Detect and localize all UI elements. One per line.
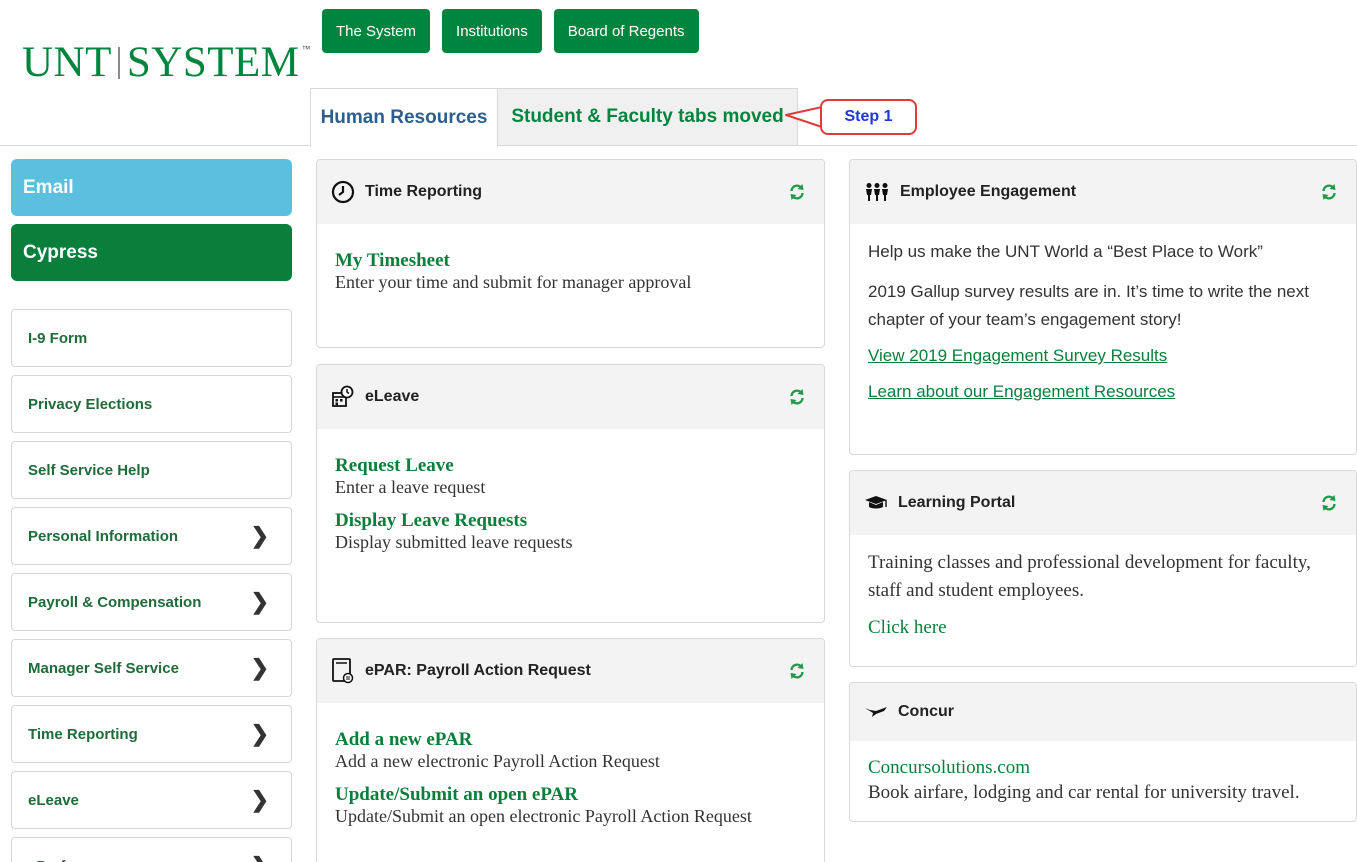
refresh-icon[interactable] (1320, 183, 1338, 201)
request-leave-link[interactable]: Request Leave (335, 455, 806, 477)
sidebar-item-label: Time Reporting (28, 725, 138, 743)
sidebar-item-eperformance[interactable]: ePerformance ❯ (11, 837, 292, 862)
document-icon (332, 658, 354, 684)
add-new-epar-link[interactable]: Add a new ePAR (335, 729, 806, 751)
panel-body: Training classes and professional develo… (850, 535, 1356, 657)
sidebar-item-label: Payroll & Compensation (28, 593, 202, 611)
sidebar-item-label: I-9 Form (28, 329, 88, 347)
sidebar-item-manager-self-service[interactable]: Manager Self Service ❯ (11, 639, 292, 697)
callout-arrow-icon (785, 106, 824, 128)
tab-human-resources[interactable]: Human Resources (310, 88, 498, 147)
sidebar-item-personal-information[interactable]: Personal Information ❯ (11, 507, 292, 565)
header-divider (0, 145, 310, 146)
eleave-panel: eLeave Request Leave Enter a leave reque… (316, 364, 825, 623)
panel-header: Concur (850, 683, 1356, 741)
sidebar-item-label: Privacy Elections (28, 395, 153, 413)
panel-header: Learning Portal (850, 471, 1356, 535)
logo-system: SYSTEM (126, 39, 300, 86)
panel-body: Request Leave Enter a leave request Disp… (317, 429, 824, 583)
concursolutions-link[interactable]: Concursolutions.com (868, 757, 1338, 779)
click-here-link[interactable]: Click here (868, 617, 1338, 639)
display-leave-requests-description: Display submitted leave requests (335, 532, 573, 552)
chevron-right-icon: ❯ (250, 787, 269, 812)
people-icon (866, 183, 888, 201)
concur-description: Book airfare, lodging and car rental for… (868, 782, 1300, 803)
airplane-icon (865, 707, 887, 717)
sidebar-item-label: Personal Information (28, 527, 179, 545)
panel-header: eLeave (317, 365, 824, 429)
chevron-right-icon: ❯ (250, 589, 269, 614)
logo-separator (117, 46, 120, 79)
sidebar-item-self-service-help[interactable]: Self Service Help (11, 441, 292, 499)
sidebar-item-payroll-compensation[interactable]: Payroll & Compensation ❯ (11, 573, 292, 631)
chevron-right-icon: ❯ (250, 721, 269, 746)
update-submit-epar-description: Update/Submit an open electronic Payroll… (335, 806, 752, 826)
panel-header: ePAR: Payroll Action Request (317, 639, 824, 703)
refresh-icon[interactable] (1320, 494, 1338, 512)
panel-header: Time Reporting (317, 160, 824, 224)
sidebar-item-label: eLeave (28, 791, 79, 809)
sidebar-item-i9-form[interactable]: I-9 Form (11, 309, 292, 367)
add-new-epar-description: Add a new electronic Payroll Action Requ… (335, 751, 660, 771)
tab-student-faculty[interactable]: Student & Faculty tabs moved (498, 88, 798, 146)
panel-title: Employee Engagement (900, 183, 1077, 200)
sidebar-list: I-9 Form Privacy Elections Self Service … (11, 309, 292, 862)
institutions-button[interactable]: Institutions (442, 9, 542, 53)
concur-panel: Concur Concursolutions.com Book airfare,… (849, 682, 1357, 822)
panel-body: Help us make the UNT World a “Best Place… (850, 224, 1356, 420)
view-survey-results-link[interactable]: View 2019 Engagement Survey Results (868, 346, 1338, 366)
top-navigation: The System Institutions Board of Regents (322, 9, 699, 53)
calendar-clock-icon (332, 385, 354, 407)
sidebar-item-privacy-elections[interactable]: Privacy Elections (11, 375, 292, 433)
email-button[interactable]: Email (11, 159, 292, 216)
chevron-right-icon: ❯ (250, 655, 269, 680)
sidebar-item-label: Manager Self Service (28, 659, 179, 677)
chevron-right-icon: ❯ (250, 523, 269, 548)
graduation-cap-icon (865, 496, 887, 509)
logo-trademark: ™ (301, 44, 312, 54)
panel-title: ePAR: Payroll Action Request (365, 662, 591, 679)
panel-title: Time Reporting (365, 183, 483, 200)
employee-engagement-panel: Employee Engagement Help us make the UNT… (849, 159, 1357, 455)
panel-header: Employee Engagement (850, 160, 1356, 224)
request-leave-description: Enter a leave request (335, 477, 486, 497)
panel-title: Learning Portal (898, 494, 1016, 511)
refresh-icon[interactable] (788, 183, 806, 201)
panel-body: My Timesheet Enter your time and submit … (317, 224, 824, 323)
board-of-regents-button[interactable]: Board of Regents (553, 9, 699, 53)
refresh-icon[interactable] (788, 388, 806, 406)
engagement-tagline: Help us make the UNT World a “Best Place… (868, 242, 1263, 261)
sidebar: Email Cypress I-9 Form Privacy Elections… (11, 159, 292, 862)
epar-panel: ePAR: Payroll Action Request Add a new e… (316, 638, 825, 862)
sidebar-item-eleave[interactable]: eLeave ❯ (11, 771, 292, 829)
step-1-callout: Step 1 (820, 99, 917, 135)
update-submit-epar-link[interactable]: Update/Submit an open ePAR (335, 784, 806, 806)
panel-title: eLeave (365, 388, 420, 405)
sidebar-item-label: Self Service Help (28, 461, 150, 479)
my-timesheet-link[interactable]: My Timesheet (335, 250, 806, 272)
panel-body: Add a new ePAR Add a new electronic Payr… (317, 703, 824, 857)
logo-unt: UNT (22, 39, 112, 86)
panel-title: Concur (898, 703, 954, 720)
engagement-resources-link[interactable]: Learn about our Engagement Resources (868, 382, 1338, 402)
refresh-icon[interactable] (788, 662, 806, 680)
display-leave-requests-link[interactable]: Display Leave Requests (335, 510, 806, 532)
learning-portal-panel: Learning Portal Training classes and pro… (849, 470, 1357, 667)
unt-system-logo[interactable]: UNT SYSTEM ™ (22, 38, 311, 87)
chevron-right-icon: ❯ (251, 853, 269, 862)
clock-icon (331, 180, 355, 204)
learning-portal-description: Training classes and professional develo… (868, 552, 1311, 601)
sidebar-item-label: ePerformance (28, 858, 128, 862)
engagement-description: 2019 Gallup survey results are in. It’s … (868, 282, 1309, 329)
my-timesheet-description: Enter your time and submit for manager a… (335, 272, 692, 292)
cypress-button[interactable]: Cypress (11, 224, 292, 281)
sidebar-item-time-reporting[interactable]: Time Reporting ❯ (11, 705, 292, 763)
panel-body: Concursolutions.com Book airfare, lodgin… (850, 741, 1356, 821)
time-reporting-panel: Time Reporting My Timesheet Enter your t… (316, 159, 825, 348)
the-system-button[interactable]: The System (322, 9, 431, 53)
